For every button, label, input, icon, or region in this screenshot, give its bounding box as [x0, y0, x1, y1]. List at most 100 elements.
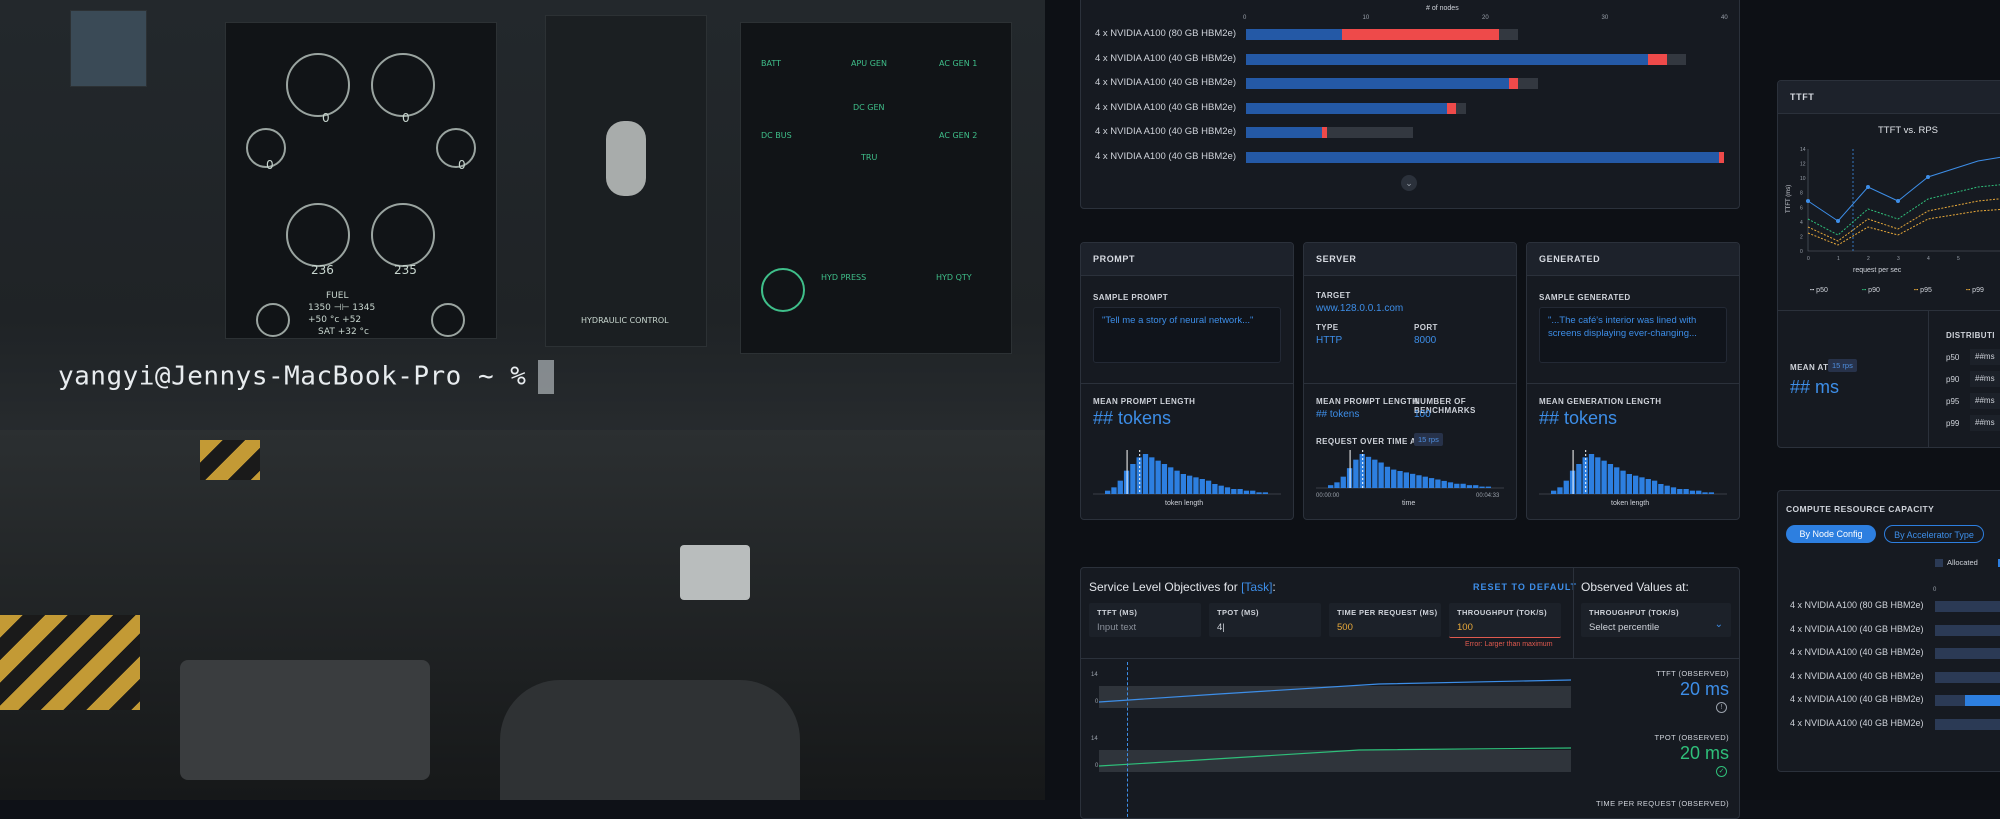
compute-row-bar[interactable] [1935, 695, 2000, 706]
time-per-request-input[interactable]: TIME PER REQUEST (MS) 500 [1329, 603, 1441, 637]
sample-generated-box: "...The café's interior was lined with s… [1539, 307, 1727, 363]
node-axis-tick: 40 [1721, 15, 1728, 21]
node-row-bar[interactable] [1246, 127, 1414, 138]
hist-bar [1130, 464, 1136, 494]
compute-row-bar[interactable] [1935, 671, 2000, 683]
ttft-series-point[interactable] [1926, 175, 1930, 179]
compute-row-bar[interactable] [1935, 718, 2000, 730]
sample-generated-text: "...The café's interior was lined with s… [1548, 315, 1697, 339]
ttft-xlabel: request per sec [1853, 267, 1902, 274]
hist-bar [1205, 480, 1212, 494]
tpot-input-value: 4| [1217, 622, 1225, 633]
hist-bar [1328, 485, 1334, 488]
slo-task-link[interactable]: [Task] [1241, 580, 1272, 594]
server-card-header: SERVER [1304, 243, 1516, 276]
generated-card: GENERATED SAMPLE GENERATED "...The café'… [1526, 242, 1740, 520]
distribution-row-label: p95 [1946, 397, 1960, 406]
gauge-icon [371, 203, 435, 267]
compute-row-bar[interactable] [1935, 624, 2000, 636]
ttft-series-point[interactable] [1806, 199, 1810, 203]
hist-bar [1639, 477, 1645, 494]
sample-prompt-text: "Tell me a story of neural network..." [1102, 315, 1254, 326]
hist-bar [1708, 492, 1714, 494]
time-xlabel: time [1402, 500, 1416, 507]
hist-bar [1410, 473, 1416, 488]
rps-chip[interactable]: 15 rps [1414, 433, 1443, 446]
tab-by-accelerator-type[interactable]: By Accelerator Type [1884, 525, 1984, 543]
ttft-legend-item[interactable]: ┅ p50 [1810, 286, 1828, 294]
throughput-input[interactable]: THROUGHPUT (TOK/S) 100 [1449, 603, 1561, 638]
ttft-input-value: Input text [1097, 622, 1137, 633]
ttft-input-label: TTFT (MS) [1097, 608, 1138, 617]
mean-prompt-length-value: ## tokens [1093, 408, 1172, 428]
hist-bar [1563, 480, 1569, 494]
expand-chevron-button[interactable]: ⌄ [1401, 175, 1417, 191]
hist-bar [1447, 482, 1454, 488]
node-row-bar[interactable] [1246, 53, 1686, 65]
ttft-legend-item[interactable]: ┅ p90 [1862, 286, 1880, 294]
distribution-row-label: p90 [1946, 375, 1960, 384]
node-axis-tick: 30 [1601, 15, 1609, 21]
small-display [70, 10, 147, 87]
port-value: 8000 [1414, 335, 1437, 346]
ttft-series-point[interactable] [1836, 219, 1840, 223]
hist-bar [1479, 486, 1485, 488]
ttft-ytick: 10 [1800, 176, 1806, 182]
hist-bar [1683, 489, 1689, 494]
terminal-prompt[interactable]: yangyi@Jennys-MacBook-Pro ~ % [58, 360, 555, 394]
info-icon[interactable]: ! [1716, 702, 1727, 713]
ttft-card: TTFT TTFT vs. RPS 0 2 4 6 8 10 12 14 0 1 2 3 4 5 TTFT… [1777, 80, 2000, 448]
hist-bar [1250, 490, 1256, 494]
ttft-axes [1807, 149, 2000, 252]
gauge-value: 235 [394, 263, 417, 277]
terminal-cursor [538, 360, 555, 394]
gauge-value: 0 [266, 158, 274, 172]
ttft-legend-item[interactable]: ┅ p99 [1966, 286, 1984, 294]
hist-bar [1403, 472, 1409, 488]
percentile-select[interactable]: THROUGHPUT (TOK/S) Select percentile ⌄ [1581, 603, 1731, 637]
ttft-input[interactable]: TTFT (MS) Input text [1089, 603, 1201, 637]
node-row-label: 4 x NVIDIA A100 (40 GB HBM2e) [1095, 101, 1236, 113]
hist-bar [1218, 485, 1224, 494]
panel-label: AC GEN 2 [939, 131, 978, 140]
time-per-request-label: TIME PER REQUEST (MS) [1337, 608, 1438, 617]
time-start-tick: 00:00:00 [1316, 493, 1340, 499]
prompt-xlabel: token length [1165, 500, 1204, 507]
hist-bar [1428, 478, 1435, 488]
hist-bar [1149, 457, 1155, 494]
gauge-icon [286, 203, 350, 267]
ttft-series-point[interactable] [1866, 185, 1870, 189]
reset-to-default-button[interactable]: RESET TO DEFAULT [1473, 582, 1577, 592]
bar-overflow-segment [1446, 102, 1457, 114]
node-row-bar[interactable] [1246, 78, 1538, 89]
generated-xlabel: token length [1611, 500, 1650, 507]
compute-row-bar[interactable] [1935, 648, 2000, 659]
hist-bar [1645, 479, 1651, 494]
hist-bar [1473, 485, 1479, 488]
rps-marker-line [1127, 662, 1128, 818]
bar-allocated-segment [1246, 151, 1720, 163]
node-row-bar[interactable] [1246, 102, 1466, 114]
tab-by-node-config[interactable]: By Node Config [1786, 525, 1876, 543]
gauge-icon [436, 128, 476, 168]
ttft-legend-item[interactable]: ┅ p95 [1914, 286, 1932, 294]
ttft-xtick: 5 [1957, 256, 1960, 262]
gauge-value: 0 [322, 111, 330, 125]
ttft-series-point[interactable] [1896, 199, 1900, 203]
hist-bar [1441, 480, 1447, 488]
hist-bar [1231, 489, 1237, 494]
sample-prompt-label: SAMPLE PROMPT [1093, 293, 1168, 302]
hist-bar [1607, 464, 1614, 494]
hist-bar [1485, 486, 1491, 488]
ttft-ytick: 0 [1800, 249, 1803, 255]
hist-bar [1384, 466, 1391, 488]
bar-overflow-segment [1719, 151, 1724, 163]
mean-at-rps-chip[interactable]: 15 rps [1828, 359, 1857, 372]
tpot-observed-chart [1099, 747, 1571, 772]
compute-row-bar[interactable] [1935, 601, 2000, 612]
node-row-bar[interactable] [1246, 29, 1519, 40]
node-row-bar[interactable] [1246, 151, 1724, 163]
target-value[interactable]: www.128.0.0.1.com [1316, 303, 1403, 314]
hist-bar [1588, 454, 1595, 494]
tpot-input[interactable]: TPOT (MS) 4| [1209, 603, 1321, 637]
